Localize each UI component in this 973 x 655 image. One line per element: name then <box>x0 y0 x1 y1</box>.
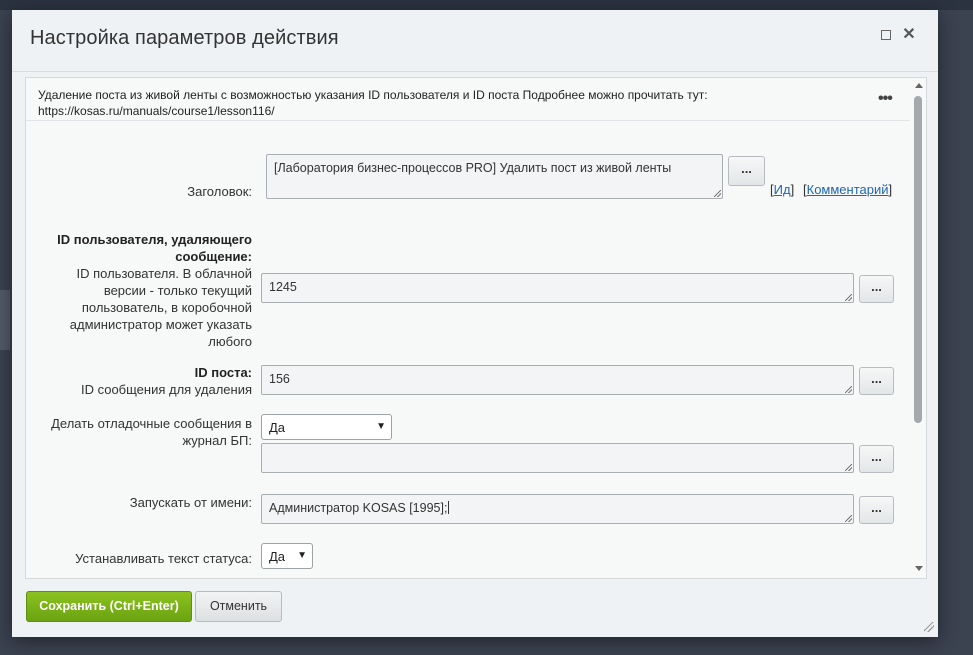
scroll-thumb[interactable] <box>914 96 922 423</box>
resize-handle-icon[interactable] <box>845 515 852 522</box>
run-as-value: Администратор KOSAS [1995]; <box>269 501 448 515</box>
scrollbar[interactable] <box>912 78 926 578</box>
status-select-value: Да <box>269 549 286 564</box>
user-id-label-title: ID пользователя, удаляющего сообщение: <box>57 232 252 264</box>
debug-select[interactable]: Да ▼ <box>261 414 392 440</box>
chevron-down-icon: ▼ <box>376 421 386 432</box>
resize-handle-icon[interactable] <box>845 294 852 301</box>
close-icon[interactable]: ✕ <box>899 24 919 46</box>
header-picker-button[interactable]: ... <box>728 156 765 186</box>
resize-grip-icon[interactable] <box>924 622 934 632</box>
header-field-value: [Лаборатория бизнес-процессов PRO] Удали… <box>274 161 672 175</box>
backdrop <box>0 0 973 10</box>
backdrop-strip <box>0 290 10 350</box>
run-as-picker-button[interactable]: ... <box>859 496 894 524</box>
debug-field[interactable] <box>261 443 854 473</box>
comment-link-wrap: [Комментарий] <box>803 182 893 197</box>
id-link[interactable]: Ид <box>774 182 791 197</box>
user-id-picker-button[interactable]: ... <box>859 275 894 303</box>
scroll-down-icon[interactable] <box>915 566 923 571</box>
maximize-icon[interactable] <box>876 24 896 46</box>
description-divider <box>26 120 910 121</box>
post-id-value: 156 <box>269 372 290 386</box>
comment-link[interactable]: Комментарий <box>807 182 889 197</box>
save-button[interactable]: Сохранить (Ctrl+Enter) <box>26 591 192 622</box>
user-id-label: ID пользователя, удаляющего сообщение: I… <box>46 231 252 350</box>
id-link-wrap: [Ид] <box>770 182 795 197</box>
post-id-label-hint: ID сообщения для удаления <box>80 382 252 397</box>
action-settings-dialog: Настройка параметров действия ✕ Удаление… <box>12 10 938 637</box>
cancel-button[interactable]: Отменить <box>195 591 282 622</box>
run-as-label: Запускать от имени: <box>129 495 252 510</box>
debug-select-value: Да <box>269 420 286 435</box>
run-as-field[interactable]: Администратор KOSAS [1995]; <box>261 494 854 524</box>
resize-handle-icon[interactable] <box>845 386 852 393</box>
user-id-field[interactable]: 1245 <box>261 273 854 303</box>
header-field[interactable]: [Лаборатория бизнес-процессов PRO] Удали… <box>266 154 723 199</box>
user-id-value: 1245 <box>269 280 297 294</box>
text-caret <box>448 501 450 514</box>
header-label: Заголовок: <box>187 184 252 199</box>
status-label: Устанавливать текст статуса: <box>75 551 252 566</box>
post-id-label-title: ID поста: <box>194 365 252 380</box>
scroll-up-icon[interactable] <box>915 83 923 88</box>
action-description: Удаление поста из живой ленты с возможно… <box>38 88 708 118</box>
post-id-label: ID поста: ID сообщения для удаления <box>46 364 252 398</box>
debug-label: Делать отладочные сообщения в журнал БП: <box>51 416 252 448</box>
chevron-down-icon: ▼ <box>297 550 307 561</box>
status-select[interactable]: Да ▼ <box>261 543 313 569</box>
post-id-field[interactable]: 156 <box>261 365 854 395</box>
post-id-picker-button[interactable]: ... <box>859 367 894 395</box>
debug-picker-button[interactable]: ... <box>859 445 894 473</box>
resize-handle-icon[interactable] <box>714 190 721 197</box>
title-divider <box>12 71 938 72</box>
ellipsis-icon[interactable]: ••• <box>878 90 893 108</box>
resize-handle-icon[interactable] <box>845 464 852 471</box>
user-id-label-hint: ID пользователя. В облачной версии - тол… <box>69 266 252 349</box>
settings-panel: Удаление поста из живой ленты с возможно… <box>25 77 927 579</box>
dialog-title: Настройка параметров действия <box>30 27 339 49</box>
